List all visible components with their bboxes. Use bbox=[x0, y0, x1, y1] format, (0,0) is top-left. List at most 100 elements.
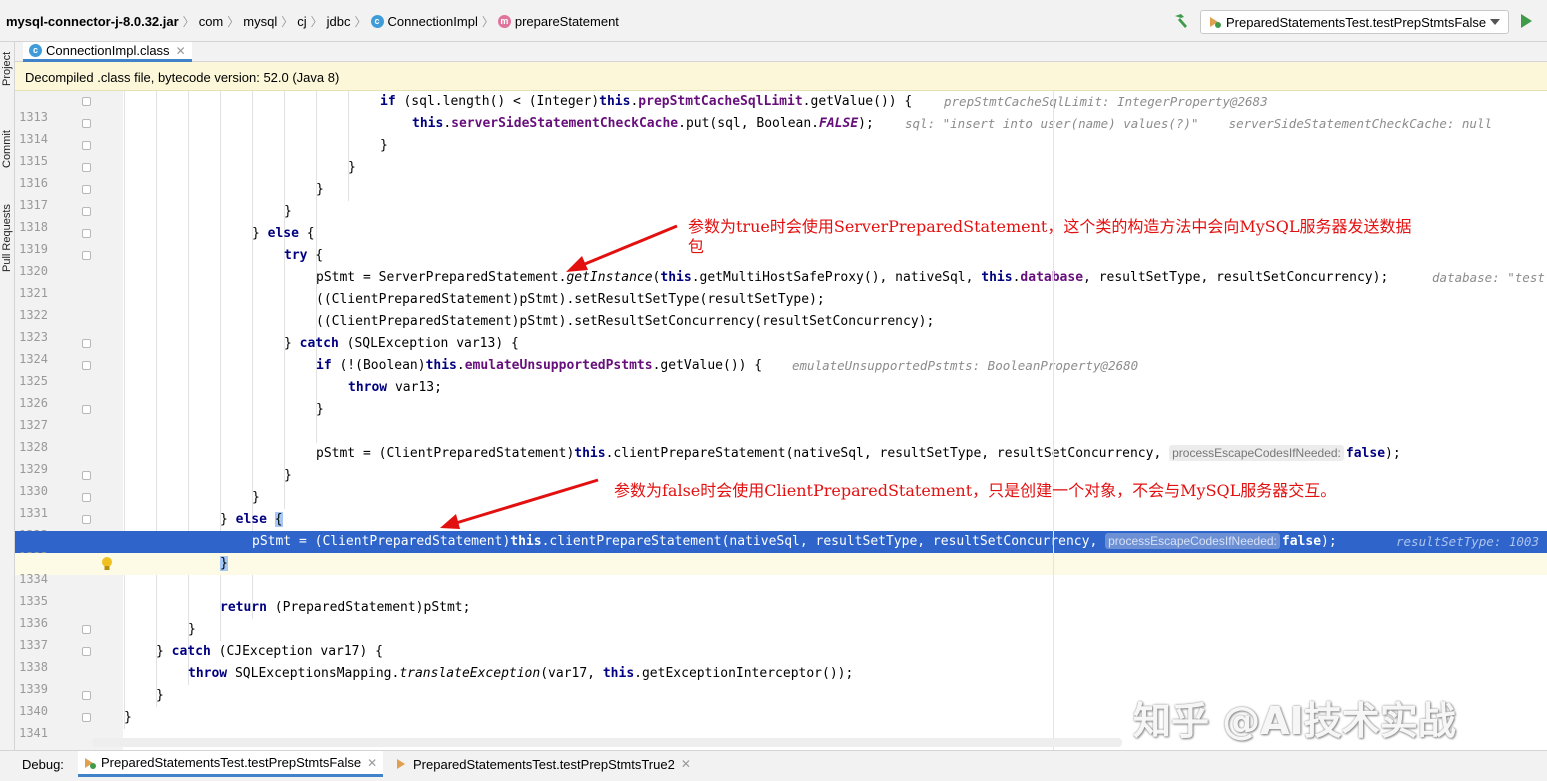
code-line[interactable]: 1339 throw SQLExceptionsMapping.translat… bbox=[15, 663, 1547, 696]
debug-tool-bar: Debug: PreparedStatementsTest.testPrepSt… bbox=[0, 750, 1547, 781]
close-icon[interactable]: ✕ bbox=[367, 756, 377, 770]
code-line[interactable]: 1317 } bbox=[15, 179, 1547, 212]
fold-marker[interactable] bbox=[82, 691, 91, 700]
fold-marker[interactable] bbox=[82, 471, 91, 480]
code-line[interactable]: 1329 pStmt = (ClientPreparedStatement)th… bbox=[15, 443, 1547, 476]
breadcrumb-cj[interactable]: cj bbox=[297, 14, 306, 29]
code-line[interactable]: 1315 } bbox=[15, 135, 1547, 168]
inline-debug-value: sql: "insert into user(name) values(?)" … bbox=[905, 116, 1492, 131]
tab-connectionimpl[interactable]: c ConnectionImpl.class ✕ bbox=[23, 42, 192, 62]
breadcrumb-separator: 〉 bbox=[310, 15, 323, 29]
code-text: } bbox=[220, 553, 228, 575]
test-config-icon bbox=[85, 757, 96, 769]
debug-tab-true2[interactable]: PreparedStatementsTest.testPrepStmtsTrue… bbox=[390, 751, 697, 777]
pull-requests-tool-tab[interactable]: Pull Requests bbox=[0, 194, 15, 274]
fold-marker[interactable] bbox=[82, 185, 91, 194]
horizontal-scrollbar[interactable] bbox=[92, 738, 1122, 747]
annotation-true-line2: 包 bbox=[688, 237, 705, 256]
code-line[interactable]: 1313 if (sql.length() < (Integer)this.pr… bbox=[15, 91, 1547, 124]
code-line[interactable]: 1337 } bbox=[15, 619, 1547, 652]
code-line[interactable]: 1336 return (PreparedStatement)pStmt; bbox=[15, 597, 1547, 630]
code-text: } bbox=[252, 490, 260, 505]
test-config-icon bbox=[397, 759, 405, 769]
fold-marker[interactable] bbox=[82, 405, 91, 414]
fold-marker[interactable] bbox=[82, 97, 91, 106]
breadcrumb-method[interactable]: m prepareStatement bbox=[497, 14, 619, 29]
code-line[interactable]: 1314 this.serverSideStatementCheckCache.… bbox=[15, 113, 1547, 146]
code-line[interactable]: 1323 ((ClientPreparedStatement)pStmt).se… bbox=[15, 311, 1547, 344]
fold-marker[interactable] bbox=[82, 251, 91, 260]
code-text: ((ClientPreparedStatement)pStmt).setResu… bbox=[316, 314, 935, 329]
class-icon: c bbox=[29, 44, 42, 57]
breadcrumb-jar[interactable]: mysql-connector-j-8.0.32.jar bbox=[6, 14, 179, 29]
run-configuration-label: PreparedStatementsTest.testPrepStmtsFals… bbox=[1226, 14, 1487, 30]
code-line[interactable]: 1326 throw var13; bbox=[15, 377, 1547, 410]
fold-marker[interactable] bbox=[82, 163, 91, 172]
breadcrumb-com[interactable]: com bbox=[199, 14, 224, 29]
tab-label: ConnectionImpl.class bbox=[46, 43, 170, 58]
fold-marker[interactable] bbox=[82, 625, 91, 634]
run-configuration-select[interactable]: PreparedStatementsTest.testPrepStmtsFals… bbox=[1200, 10, 1509, 34]
code-text: } catch (CJException var17) { bbox=[156, 644, 383, 659]
breadcrumb-separator: 〉 bbox=[354, 15, 367, 29]
annotation-true-line1: 参数为true时会使用ServerPreparedStatement，这个类的构… bbox=[688, 217, 1412, 236]
fold-marker[interactable] bbox=[82, 647, 91, 656]
lightbulb-icon[interactable] bbox=[99, 556, 115, 572]
fold-marker[interactable] bbox=[82, 713, 91, 722]
execution-point-line[interactable]: 1333 pStmt = (ClientPreparedStatement)th… bbox=[15, 531, 1547, 564]
code-text: } bbox=[124, 710, 132, 725]
fold-marker[interactable] bbox=[82, 493, 91, 502]
code-text: } bbox=[156, 688, 164, 703]
code-text: if (sql.length() < (Integer)this.prepStm… bbox=[380, 94, 913, 109]
code-line[interactable]: 1322 ((ClientPreparedStatement)pStmt).se… bbox=[15, 289, 1547, 322]
code-line[interactable]: 1324 } catch (SQLException var13) { bbox=[15, 333, 1547, 366]
fold-marker[interactable] bbox=[82, 119, 91, 128]
close-icon[interactable]: ✕ bbox=[681, 757, 691, 771]
code-editor[interactable]: 1313 if (sql.length() < (Integer)this.pr… bbox=[15, 91, 1547, 750]
breadcrumb: mysql-connector-j-8.0.32.jar 〉 com 〉 mys… bbox=[6, 13, 619, 30]
code-text: ((ClientPreparedStatement)pStmt).setResu… bbox=[316, 292, 825, 307]
code-line[interactable]: 1321 pStmt = ServerPreparedStatement.get… bbox=[15, 267, 1547, 300]
code-line[interactable]: 1316 } bbox=[15, 157, 1547, 190]
code-line[interactable]: 1325 if (!(Boolean)this.emulateUnsupport… bbox=[15, 355, 1547, 388]
commit-tool-tab[interactable]: Commit bbox=[0, 120, 15, 180]
code-text: if (!(Boolean)this.emulateUnsupportedPst… bbox=[316, 358, 763, 373]
fold-marker[interactable] bbox=[82, 229, 91, 238]
code-line[interactable]: 1335 bbox=[15, 575, 1547, 608]
chevron-down-icon bbox=[1490, 19, 1500, 25]
pull-requests-tool-label: Pull Requests bbox=[1, 204, 13, 272]
close-icon[interactable]: ✕ bbox=[176, 44, 186, 58]
debug-tab-false[interactable]: PreparedStatementsTest.testPrepStmtsFals… bbox=[78, 751, 384, 777]
code-line[interactable]: 1328 bbox=[15, 421, 1547, 454]
project-tool-tab[interactable]: Project bbox=[0, 44, 15, 94]
inline-debug-value: resultSetType: 1003 bbox=[1396, 534, 1539, 549]
code-line[interactable]: 1327 } bbox=[15, 399, 1547, 432]
watermark: 知乎 @AI技术实战 bbox=[1133, 699, 1456, 743]
run-icon[interactable] bbox=[1521, 14, 1532, 28]
test-config-icon bbox=[1210, 17, 1221, 28]
fold-marker[interactable] bbox=[82, 339, 91, 348]
code-text: return (PreparedStatement)pStmt; bbox=[220, 600, 471, 615]
code-line[interactable]: 1338 } catch (CJException var17) { bbox=[15, 641, 1547, 674]
code-text: } bbox=[284, 204, 292, 219]
breadcrumb-mysql[interactable]: mysql bbox=[243, 14, 277, 29]
fold-marker[interactable] bbox=[82, 207, 91, 216]
matched-brace: { bbox=[274, 512, 283, 527]
right-margin-guide bbox=[1053, 91, 1054, 750]
code-text: } bbox=[348, 160, 356, 175]
fold-marker[interactable] bbox=[82, 515, 91, 524]
fold-marker[interactable] bbox=[82, 141, 91, 150]
debug-tab-label: PreparedStatementsTest.testPrepStmtsFals… bbox=[101, 755, 362, 770]
method-icon: m bbox=[497, 15, 511, 28]
code-text: } bbox=[284, 468, 292, 483]
build-hammer-icon[interactable] bbox=[1172, 12, 1190, 30]
code-line[interactable]: 1332 } else { bbox=[15, 509, 1547, 542]
fold-marker[interactable] bbox=[82, 361, 91, 370]
navigation-bar: mysql-connector-j-8.0.32.jar 〉 com 〉 mys… bbox=[0, 0, 1547, 42]
caret-line[interactable]: 1334 } bbox=[15, 553, 1547, 586]
breadcrumb-jdbc[interactable]: jdbc bbox=[327, 14, 351, 29]
code-line[interactable]: 1320 try { bbox=[15, 245, 1547, 278]
breadcrumb-class[interactable]: c ConnectionImpl bbox=[370, 14, 478, 29]
class-icon: c bbox=[370, 15, 384, 28]
code-text: } else { bbox=[252, 226, 315, 241]
